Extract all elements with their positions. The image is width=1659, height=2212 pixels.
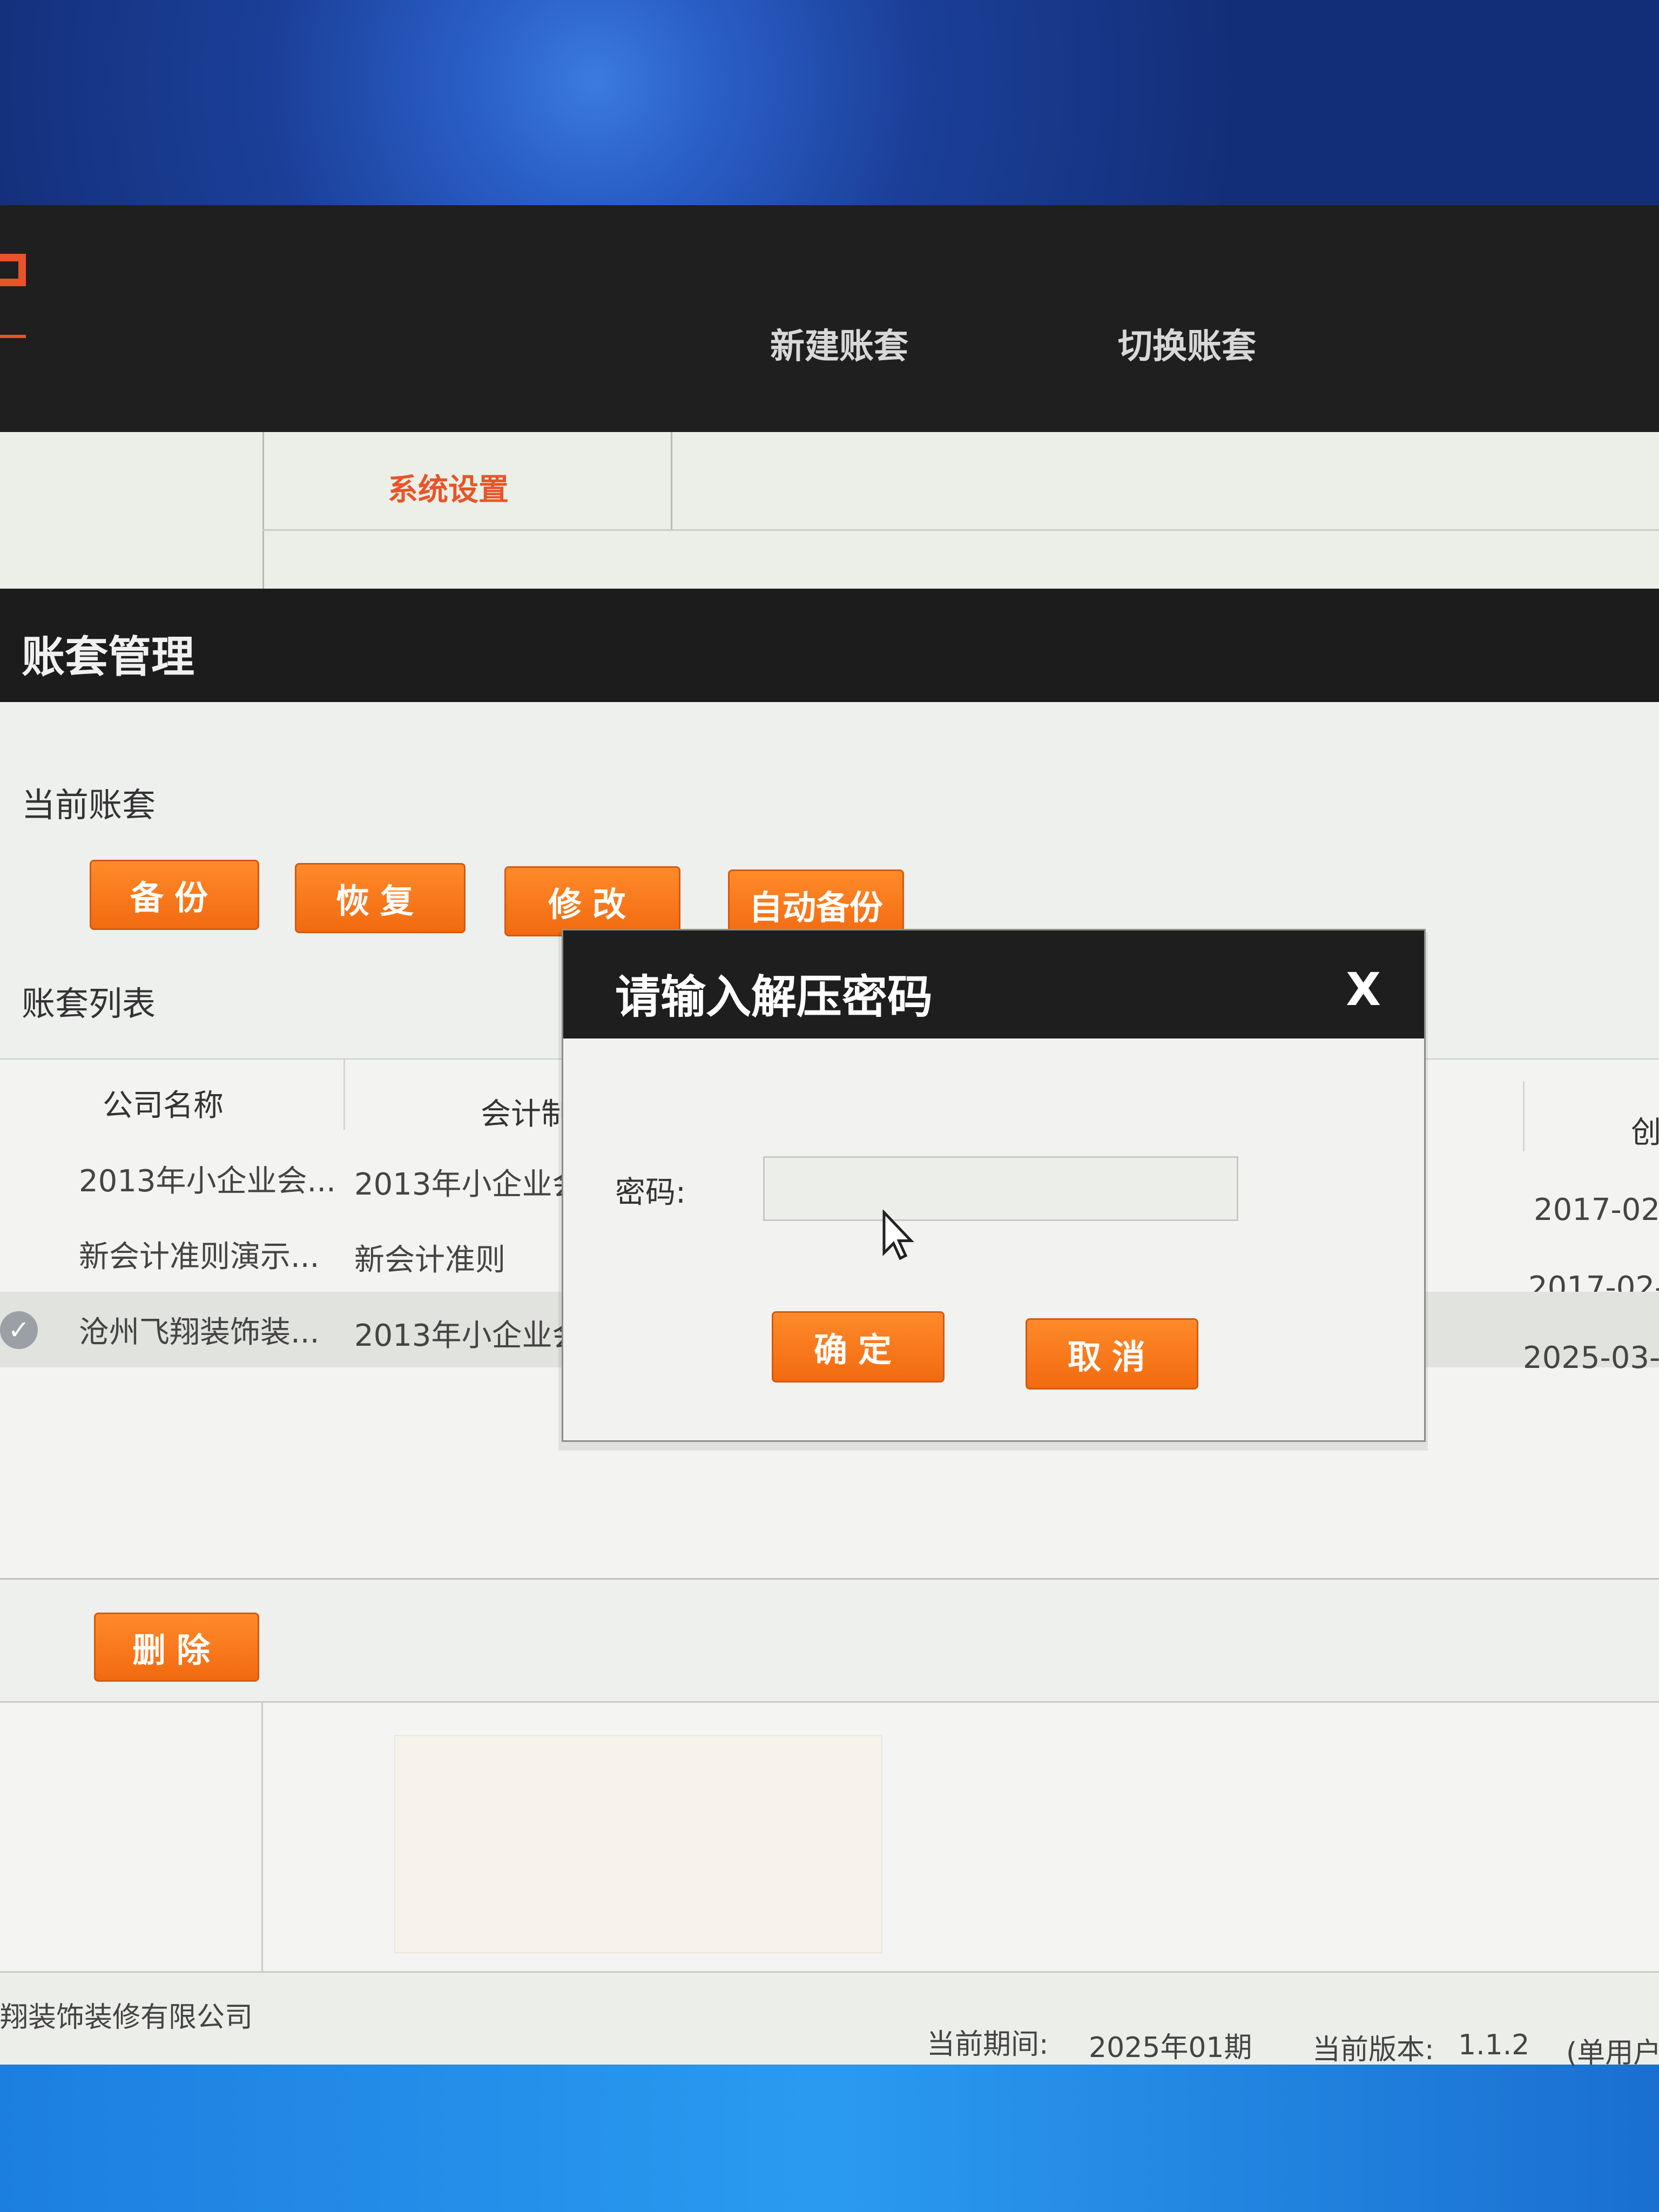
row-company: 2013年小企业会...: [79, 1164, 336, 1199]
restore-button[interactable]: 恢复: [295, 863, 466, 933]
row-date: 2025-03-: [1523, 1340, 1659, 1375]
status-version-value: 1.1.2: [1458, 2029, 1530, 2061]
modify-button[interactable]: 修改: [504, 866, 680, 936]
password-input[interactable]: [763, 1156, 1238, 1221]
current-account-label: 当前账套: [22, 785, 156, 825]
row-standard: 2013年小企业会: [354, 1167, 583, 1202]
account-list-label: 账套列表: [22, 984, 156, 1023]
delete-button[interactable]: 删除: [94, 1613, 259, 1682]
tab-system-settings-label: 系统设置: [388, 473, 509, 508]
subnav-left-cell: [0, 432, 264, 589]
column-accounting: 会计制: [481, 1097, 571, 1132]
mouse-cursor-icon: [882, 1210, 914, 1260]
dialog-header: 请输入解压密码 X: [563, 930, 1424, 1038]
row-standard: 新会计准则: [354, 1243, 505, 1278]
status-company: 翔装饰装修有限公司: [0, 2001, 253, 2034]
password-label: 密码:: [615, 1175, 686, 1210]
logo-underline: [0, 335, 26, 338]
nav-new-account[interactable]: 新建账套: [770, 319, 908, 368]
check-circle-icon: ✓: [0, 1311, 38, 1349]
cancel-button[interactable]: 取消: [1026, 1318, 1198, 1390]
status-period-value: 2025年01期: [1089, 2032, 1252, 2064]
subnav-rule: [671, 529, 1659, 531]
status-version-label: 当前版本:: [1312, 2034, 1434, 2066]
desktop-wallpaper: [0, 0, 1659, 211]
row-standard: 2013年小企业会: [354, 1318, 583, 1353]
tab-system-settings[interactable]: 系统设置: [262, 432, 672, 531]
nav-switch-account[interactable]: 切换账套: [1118, 319, 1256, 368]
status-bar: 翔装饰装修有限公司 当前期间: 2025年01期 当前版本: 1.1.2 (单用…: [0, 1971, 1659, 2069]
column-company-name: 公司名称: [103, 1088, 224, 1123]
status-period-label: 当前期间:: [927, 2028, 1049, 2061]
row-company: 沧州飞翔装饰装...: [79, 1315, 320, 1350]
lower-divider: [261, 1703, 263, 1973]
blank-panel: [394, 1735, 882, 1953]
dialog-title: 请输入解压密码: [615, 970, 933, 1023]
ok-button[interactable]: 确定: [772, 1311, 945, 1382]
row-company: 新会计准则演示...: [79, 1239, 320, 1274]
taskbar: [0, 2052, 1659, 2212]
top-bar: 新建账套 切换账套: [0, 205, 1659, 432]
column-divider: [343, 1060, 345, 1130]
backup-button[interactable]: 备份: [90, 860, 259, 930]
close-icon[interactable]: X: [1346, 963, 1381, 1016]
logo-icon: [0, 254, 26, 286]
page-header: 账套管理: [0, 589, 1659, 702]
sub-nav: 系统设置: [0, 432, 1659, 590]
lower-panel: [0, 1701, 1659, 1973]
password-dialog: 请输入解压密码 X 密码: 确定 取消: [562, 929, 1426, 1442]
status-mode: (单用户: [1566, 2037, 1659, 2069]
page-title: 账套管理: [22, 632, 194, 682]
